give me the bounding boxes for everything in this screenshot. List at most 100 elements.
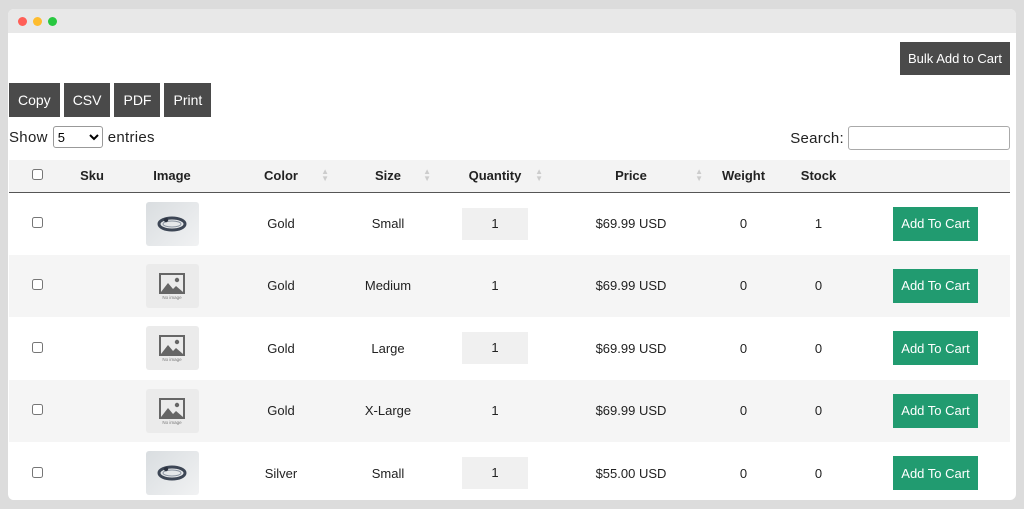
- color-cell: Gold: [267, 216, 295, 231]
- add-to-cart-button[interactable]: Add To Cart: [893, 206, 978, 241]
- csv-button[interactable]: CSV: [63, 83, 111, 117]
- row-select-cell: [9, 192, 65, 255]
- add-to-cart-button[interactable]: Add To Cart: [893, 268, 978, 303]
- table-row: Silver Small 1 $55.00 USD 0 0 Add To Cart: [9, 442, 1010, 500]
- no-image-text: No image: [162, 357, 182, 362]
- quantity-input[interactable]: 1: [462, 332, 528, 365]
- entries-select[interactable]: 5: [52, 126, 103, 148]
- sort-icon: ▲ ▼: [535, 167, 543, 183]
- size-cell: Large: [371, 340, 405, 356]
- select-all-checkbox[interactable]: [31, 169, 43, 181]
- pdf-button[interactable]: PDF: [114, 83, 161, 117]
- column-header-image[interactable]: Image: [119, 160, 225, 192]
- product-variants-table: Sku Image Color ▲ ▼ Size ▲ ▼ Quantity ▲ ▼ Pric…: [9, 160, 1010, 500]
- column-header-sku[interactable]: Sku: [65, 160, 119, 192]
- window-titlebar: [8, 9, 1016, 33]
- weight-cell: 0: [739, 216, 748, 231]
- row-checkbox[interactable]: [31, 466, 43, 478]
- row-select-cell: [9, 255, 65, 318]
- color-cell: Gold: [267, 403, 295, 419]
- search-label: Search:: [790, 129, 844, 147]
- stock-cell: 0: [814, 278, 823, 294]
- no-image-icon: No image: [159, 272, 185, 300]
- table-row: No image Gold Large 1 $69.99 USD 0 0 Add To Car…: [9, 317, 1010, 380]
- weight-cell: 0: [739, 278, 748, 294]
- product-thumbnail[interactable]: [145, 451, 199, 496]
- size-cell: X-Large: [364, 403, 412, 419]
- quantity-input[interactable]: 1: [462, 457, 528, 490]
- stock-cell: 1: [814, 216, 823, 231]
- sort-icon: ▲ ▼: [423, 167, 431, 183]
- no-image-icon: No image: [159, 397, 185, 425]
- column-header-stock[interactable]: Stock: [776, 160, 861, 192]
- minimize-window-icon[interactable]: [33, 17, 42, 26]
- action-cell: Add To Cart: [861, 192, 1010, 255]
- action-cell: Add To Cart: [861, 380, 1010, 443]
- search-input[interactable]: [848, 126, 1010, 150]
- image-cell: No image: [119, 380, 225, 443]
- size-cell: Small: [371, 465, 405, 481]
- copy-button[interactable]: Copy: [9, 83, 60, 117]
- quantity-cell: 1: [439, 255, 551, 318]
- export-buttons: Copy CSV PDF Print: [9, 83, 212, 117]
- product-thumbnail[interactable]: No image: [145, 326, 199, 371]
- sort-icon: ▲ ▼: [321, 167, 329, 183]
- price-cell: $69.99 USD: [595, 278, 667, 294]
- no-image-text: No image: [162, 295, 182, 300]
- show-label: Show: [9, 128, 48, 146]
- quantity-input[interactable]: 1: [462, 394, 528, 427]
- sku-cell: [65, 442, 119, 500]
- quantity-input[interactable]: 1: [462, 207, 528, 240]
- add-to-cart-button[interactable]: Add To Cart: [893, 331, 978, 366]
- product-thumbnail[interactable]: No image: [145, 263, 199, 308]
- action-cell: Add To Cart: [861, 317, 1010, 380]
- image-cell: No image: [119, 255, 225, 318]
- table-row: No image Gold Medium 1 $69.99 USD 0 0 Add To Ca…: [9, 254, 1010, 318]
- row-select-cell: [9, 317, 65, 380]
- sku-cell: [65, 255, 119, 318]
- add-to-cart-button[interactable]: Add To Cart: [893, 393, 978, 428]
- maximize-window-icon[interactable]: [48, 17, 57, 26]
- table-row: Gold Small 1 $69.99 USD 0 1 Add To Cart: [9, 192, 1010, 255]
- bulk-add-to-cart-button[interactable]: Bulk Add to Cart: [900, 42, 1010, 75]
- quantity-input[interactable]: 1: [462, 269, 528, 302]
- product-thumbnail[interactable]: [145, 201, 199, 246]
- price-cell: $55.00 USD: [595, 465, 667, 481]
- print-button[interactable]: Print: [164, 83, 212, 117]
- row-checkbox[interactable]: [31, 404, 43, 416]
- column-header-price[interactable]: Price ▲ ▼: [551, 160, 711, 192]
- quantity-cell: 1: [439, 380, 551, 443]
- weight-cell: 0: [739, 403, 748, 419]
- ring-photo-icon: [157, 216, 187, 231]
- image-cell: No image: [119, 317, 225, 380]
- row-checkbox[interactable]: [31, 217, 43, 228]
- quantity-cell: 1: [439, 317, 551, 380]
- row-select-cell: [9, 380, 65, 443]
- sku-cell: [65, 192, 119, 255]
- search-control: Search:: [790, 126, 1010, 150]
- row-checkbox[interactable]: [31, 279, 43, 291]
- column-header-action: [861, 160, 1010, 192]
- close-window-icon[interactable]: [18, 17, 27, 26]
- add-to-cart-button[interactable]: Add To Cart: [893, 456, 978, 491]
- price-cell: $69.99 USD: [595, 216, 667, 231]
- column-header-quantity[interactable]: Quantity ▲ ▼: [439, 160, 551, 192]
- no-image-icon: No image: [159, 335, 185, 362]
- column-header-size[interactable]: Size ▲ ▼: [337, 160, 439, 192]
- table-row: No image Gold X-Large 1 $69.99 USD 0 0 Add To C…: [9, 379, 1010, 443]
- column-header-weight[interactable]: Weight: [711, 160, 776, 192]
- sku-cell: [65, 317, 119, 380]
- price-cell: $69.99 USD: [595, 403, 667, 419]
- color-cell: Gold: [267, 278, 295, 294]
- entries-length-control: Show 5 entries: [9, 126, 155, 148]
- size-cell: Medium: [364, 278, 412, 294]
- column-header-color[interactable]: Color ▲ ▼: [225, 160, 337, 192]
- row-checkbox[interactable]: [31, 341, 43, 353]
- entries-label: entries: [107, 128, 155, 146]
- quantity-cell: 1: [439, 442, 551, 500]
- image-cell: [119, 442, 225, 500]
- browser-window: Bulk Add to Cart Copy CSV PDF Print Show…: [8, 9, 1016, 500]
- product-thumbnail[interactable]: No image: [145, 388, 199, 433]
- weight-cell: 0: [739, 465, 748, 481]
- no-image-text: No image: [162, 420, 182, 425]
